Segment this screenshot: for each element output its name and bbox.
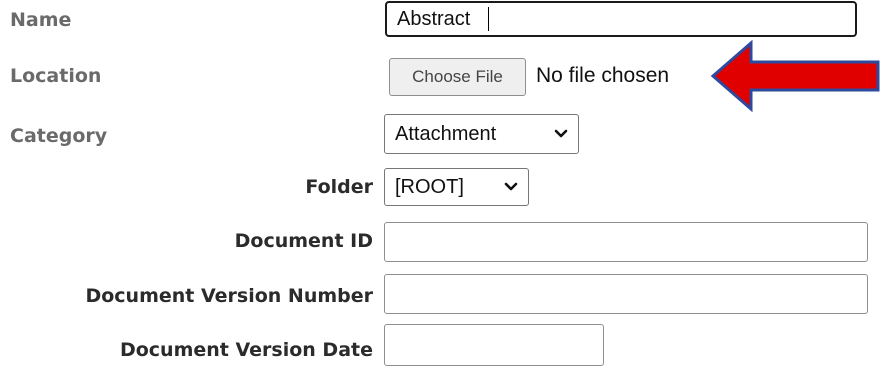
document-version-date-label: Document Version Date [119,339,373,361]
folder-select[interactable]: [ROOT] [384,168,529,206]
name-input[interactable] [385,1,857,37]
choose-file-button[interactable]: Choose File [389,58,526,96]
left-arrow-icon [710,40,880,112]
category-select-value: Attachment [395,123,497,145]
document-version-number-input[interactable] [384,274,868,314]
document-id-input[interactable] [384,222,868,262]
folder-label: Folder [305,176,373,198]
document-id-label: Document ID [234,230,373,252]
folder-select-value: [ROOT] [395,176,464,198]
chevron-down-icon [504,182,518,191]
location-label: Location [10,65,102,87]
file-status-text: No file chosen [536,64,670,87]
document-version-date-input[interactable] [384,324,604,366]
name-label: Name [10,9,72,31]
category-select[interactable]: Attachment [384,114,579,154]
category-label: Category [10,125,108,147]
chevron-down-icon [554,129,568,138]
text-caret [488,7,489,31]
document-version-number-label: Document Version Number [85,285,373,307]
